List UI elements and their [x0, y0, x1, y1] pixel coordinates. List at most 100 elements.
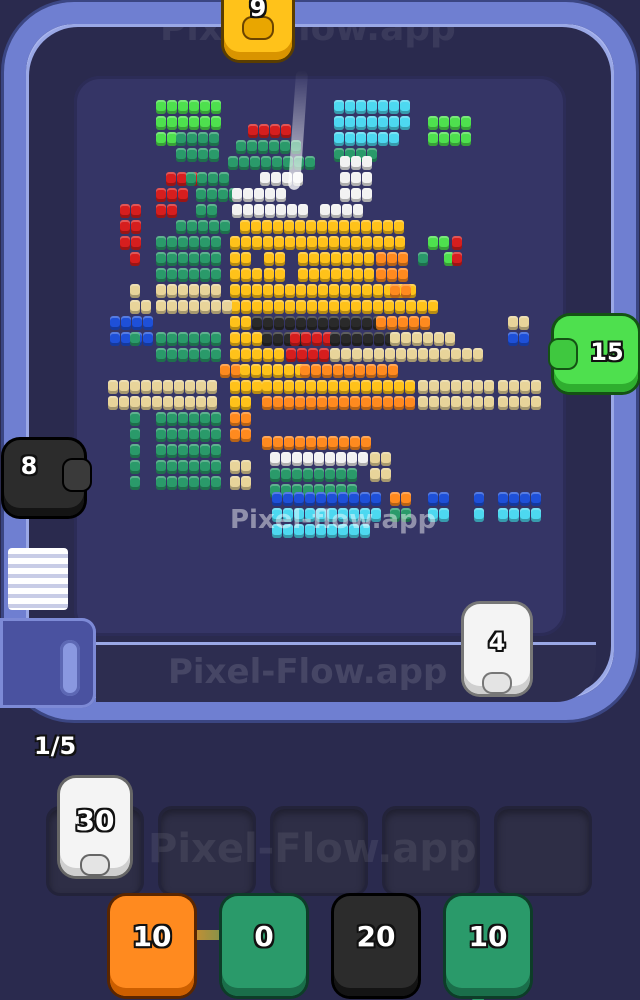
pixel-block [351, 156, 361, 170]
bottom-shooter-2[interactable]: 0 [222, 896, 306, 996]
pixel-block [445, 332, 455, 346]
pixel-block [407, 348, 417, 362]
pixel-block [262, 364, 272, 378]
conveyor-entry[interactable] [0, 618, 96, 708]
pixel-block [273, 364, 283, 378]
pixel-block [243, 188, 253, 202]
shooter-bottom[interactable]: 4 [464, 604, 530, 694]
pixel-block [211, 444, 221, 458]
pixel-block [273, 220, 283, 234]
pixel-block [439, 236, 449, 250]
pixel-block [263, 284, 273, 298]
pixel-block [342, 252, 352, 266]
pixel-block [239, 156, 249, 170]
watermark-board: Pixel-flow.app [230, 505, 437, 535]
pixel-block [241, 412, 251, 426]
pixel-block [428, 116, 438, 130]
shooter-right[interactable]: 15 [550, 316, 638, 392]
pixel-block [473, 396, 483, 410]
pixel-block [220, 220, 230, 234]
pixel-block [209, 220, 219, 234]
pixel-block [230, 316, 240, 330]
pixel-block [387, 316, 397, 330]
pixel-block [264, 252, 274, 266]
pixel-block [292, 452, 302, 466]
pixel-block [167, 268, 177, 282]
pixel-block [439, 132, 449, 146]
pixel-block [269, 140, 279, 154]
game-stage: Pixel-Flow.app Pixel-flow.app Pixel-Flow… [0, 0, 640, 1000]
pixel-block [367, 100, 377, 114]
pixel-block [207, 204, 217, 218]
pixel-block [295, 396, 305, 410]
pixel-block [178, 428, 188, 442]
pixel-block [285, 316, 295, 330]
pixel-block [318, 300, 328, 314]
pixel-block [178, 236, 188, 250]
pixel-block [325, 452, 335, 466]
pixel-block [163, 396, 173, 410]
pixel-block [320, 268, 330, 282]
pixel-block [360, 492, 370, 506]
pixel-block [110, 316, 120, 330]
pixel-block [429, 380, 439, 394]
pixel-block [232, 188, 242, 202]
pixel-block [189, 300, 199, 314]
pixel-block [339, 396, 349, 410]
pixel-block [317, 436, 327, 450]
pixel-block [340, 284, 350, 298]
pixel-block [200, 412, 210, 426]
pixel-block [130, 380, 140, 394]
shooter-left-ammo: 8 [20, 452, 38, 480]
queue-slot-5[interactable] [494, 806, 592, 896]
pixel-block [241, 460, 251, 474]
pixel-block [167, 300, 177, 314]
pixel-block [429, 348, 439, 362]
bottom-shooter-3[interactable]: 20 [334, 896, 418, 996]
pixel-block [176, 220, 186, 234]
pixel-block [330, 348, 340, 362]
pixel-block [334, 116, 344, 130]
queued-shooter-1[interactable]: 30 [60, 778, 130, 876]
pixel-block [178, 100, 188, 114]
pixel-block [167, 412, 177, 426]
bottom-shooter-4[interactable]: 10 [446, 896, 530, 996]
pixel-block [270, 124, 280, 138]
pixel-block [361, 380, 371, 394]
pixel-block [156, 348, 166, 362]
left-platform [8, 548, 68, 610]
pixel-block [531, 492, 541, 506]
pixel-block [198, 220, 208, 234]
pixel-block [331, 204, 341, 218]
pixel-block [314, 452, 324, 466]
pixel-block [385, 348, 395, 362]
shooter-right-snout-icon [550, 340, 576, 368]
bottom-shooter-1[interactable]: 10 [110, 896, 194, 996]
pixel-block [362, 316, 372, 330]
pixel-block [259, 124, 269, 138]
pixel-block [189, 236, 199, 250]
pixel-block [167, 252, 177, 266]
pixel-block [211, 300, 221, 314]
pixel-block [462, 396, 472, 410]
pixel-block [519, 332, 529, 346]
pixel-block [281, 124, 291, 138]
pixel-block [263, 236, 273, 250]
pixel-block [263, 348, 273, 362]
pixel-block [178, 284, 188, 298]
pixel-block [322, 364, 332, 378]
pixel-block [312, 332, 322, 346]
pixel-block [198, 132, 208, 146]
shooter-top[interactable]: 9 [224, 0, 292, 60]
pixel-block [276, 188, 286, 202]
pixel-block [307, 300, 317, 314]
pixel-block [319, 348, 329, 362]
pixel-block [271, 172, 281, 186]
pixel-block [305, 156, 315, 170]
pixel-block [189, 284, 199, 298]
pixel-block [241, 268, 251, 282]
pixel-block [141, 396, 151, 410]
shooter-left[interactable]: 8 [4, 440, 90, 516]
pixel-block [156, 116, 166, 130]
pixel-block [250, 156, 260, 170]
